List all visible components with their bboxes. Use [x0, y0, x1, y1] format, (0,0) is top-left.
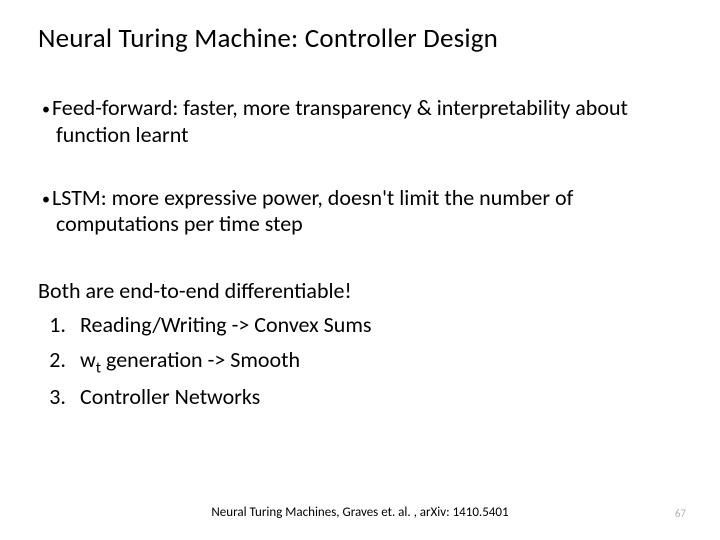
- page-number: 67: [675, 507, 686, 520]
- citation: Neural Turing Machines, Graves et. al. ,…: [0, 505, 720, 520]
- item-number: 1.: [42, 308, 66, 342]
- item-text: wt generation -> Smooth: [80, 346, 300, 373]
- bullet-text: Feed-forward: faster, more transparency …: [52, 94, 628, 148]
- item-text: Controller Networks: [80, 383, 260, 410]
- list-item-1: 1. Reading/Writing -> Convex Sums: [38, 308, 682, 342]
- differentiable-heading: Both are end-to-end differentiable!: [38, 274, 682, 308]
- bullet-feed-forward: •Feed-forward: faster, more transparency…: [38, 95, 682, 149]
- item-number: 3.: [42, 380, 66, 414]
- slide-title: Neural Turing Machine: Controller Design: [38, 22, 682, 55]
- list-item-3: 3. Controller Networks: [38, 380, 682, 414]
- bullet-dot-icon: •: [42, 190, 52, 210]
- item-number: 2.: [42, 343, 66, 377]
- bullet-dot-icon: •: [42, 100, 52, 120]
- list-item-2: 2. wt generation -> Smooth: [38, 343, 682, 381]
- differentiable-block: Both are end-to-end differentiable! 1. Re…: [38, 274, 682, 414]
- bullet-lstm: •LSTM: more expressive power, doesn't li…: [38, 185, 682, 239]
- item-text: Reading/Writing -> Convex Sums: [80, 311, 372, 338]
- bullet-text: LSTM: more expressive power, doesn't lim…: [52, 184, 573, 238]
